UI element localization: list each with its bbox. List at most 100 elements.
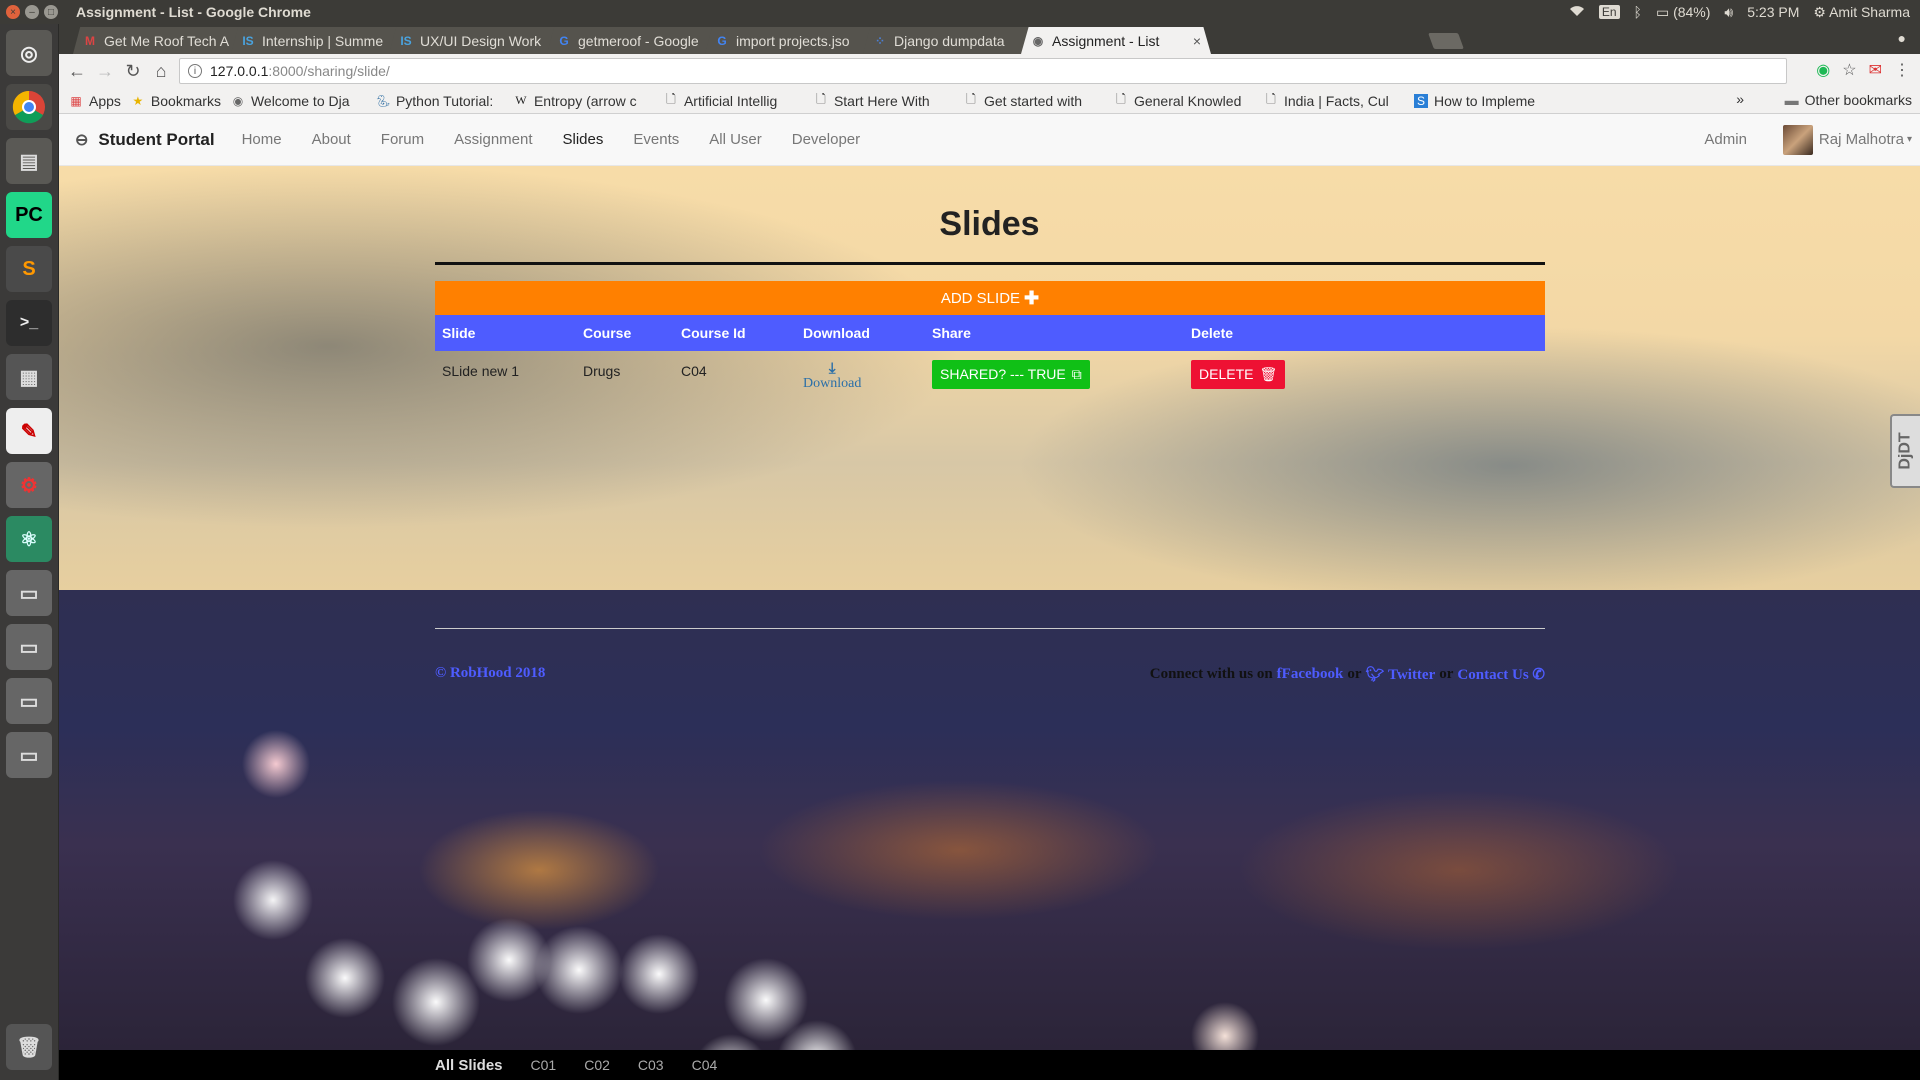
home-icon[interactable]: ⌂: [147, 61, 175, 82]
grammarly-extension-icon[interactable]: ◉: [1816, 60, 1830, 80]
caret-down-icon[interactable]: ▾: [1907, 134, 1912, 145]
tab-close-icon[interactable]: ×: [1193, 33, 1201, 49]
filter-all-slides[interactable]: All Slides: [421, 1057, 517, 1074]
dash-home-icon[interactable]: ◎: [6, 30, 52, 76]
filter-c03[interactable]: C03: [624, 1057, 678, 1073]
share-toggle-button[interactable]: SHARED? --- TRUE ⧉: [932, 359, 1090, 389]
nav-link-forum[interactable]: Forum: [366, 131, 439, 148]
column-header-course-id: Course Id: [681, 325, 746, 341]
bookmark-item[interactable]: ◉ Welcome to Dja: [231, 93, 366, 109]
twitter-link[interactable]: 🐦︎ Twitter: [1366, 665, 1436, 684]
page-icon: 🗋︎: [1266, 92, 1276, 107]
text-editor-launcher-icon[interactable]: ✎: [6, 408, 52, 454]
chrome-menu-icon[interactable]: ⋮: [1894, 60, 1910, 80]
terminal-launcher-icon[interactable]: >_: [6, 300, 52, 346]
cell-course-id: C04: [681, 363, 707, 379]
bookmark-item[interactable]: 🗋︎ India | Facts, Cul: [1264, 93, 1404, 109]
site-brand[interactable]: ⊖ Student Portal: [75, 130, 215, 150]
window-minimize-icon[interactable]: –: [25, 5, 39, 19]
browser-tab[interactable]: G getmeroof - Google ×: [547, 27, 727, 54]
column-header-download: Download: [803, 325, 870, 341]
wifi-icon[interactable]: [1569, 4, 1585, 20]
bookmark-item[interactable]: 🗋︎ Get started with: [964, 93, 1104, 109]
delete-button[interactable]: DELETE 🗑︎: [1191, 359, 1286, 389]
nav-link-slides[interactable]: Slides: [548, 131, 619, 148]
python-icon: 🐍︎: [375, 93, 391, 108]
user-menu[interactable]: ⚙ Amit Sharma: [1813, 4, 1910, 21]
other-bookmarks-folder[interactable]: ▬ Other bookmarks: [1785, 92, 1912, 108]
download-link[interactable]: ⤓ Download: [803, 361, 861, 392]
window-close-icon[interactable]: ×: [6, 5, 20, 19]
bookmark-label: How to Impleme: [1433, 92, 1536, 109]
gmail-checker-icon[interactable]: ✉: [1869, 60, 1882, 80]
cell-download: ⤓ Download: [803, 357, 861, 397]
bookmark-star-icon[interactable]: ☆: [1842, 60, 1856, 80]
window-maximize-icon[interactable]: □: [44, 5, 58, 19]
nav-link-developer[interactable]: Developer: [777, 131, 875, 148]
browser-tab[interactable]: ⁘ Django dumpdata ×: [863, 27, 1043, 54]
filter-c04[interactable]: C04: [678, 1057, 732, 1073]
pycharm-launcher-icon[interactable]: PC: [6, 192, 52, 238]
back-arrow-icon[interactable]: ←: [63, 61, 91, 82]
keyboard-layout-indicator[interactable]: En: [1598, 5, 1620, 19]
bookmark-item[interactable]: 🗋︎ General Knowled: [1114, 93, 1254, 109]
profile-name[interactable]: Raj Malhotra: [1819, 131, 1904, 148]
nav-link-events[interactable]: Events: [618, 131, 694, 148]
facebook-link[interactable]: fFacebook: [1277, 666, 1344, 683]
bookmark-item[interactable]: W Entropy (arrow c: [514, 93, 654, 109]
system-settings-launcher-icon[interactable]: ⚙: [6, 462, 52, 508]
avatar[interactable]: [1782, 124, 1813, 155]
bookmark-item[interactable]: ▦ Apps: [69, 93, 121, 109]
new-tab-button[interactable]: [1428, 33, 1464, 49]
volume-icon[interactable]: 🔊︎: [1724, 4, 1733, 21]
filter-c02[interactable]: C02: [570, 1057, 624, 1073]
nav-link-about[interactable]: About: [297, 131, 366, 148]
page-title: Slides: [939, 205, 1040, 243]
bookmark-item[interactable]: 🗋︎ Artificial Intellig: [664, 93, 804, 109]
browser-tab-active[interactable]: ◉ Assignment - List ×: [1021, 27, 1211, 54]
bookmark-item[interactable]: S How to Impleme: [1413, 92, 1554, 109]
filter-c01[interactable]: C01: [517, 1057, 571, 1073]
cell-delete: DELETE 🗑︎: [1191, 354, 1286, 394]
bookmark-item[interactable]: ★ Bookmarks: [131, 93, 221, 109]
globe-icon: ◉: [232, 93, 244, 108]
drive-launcher-icon-2[interactable]: ▭: [6, 624, 52, 670]
forward-arrow-icon[interactable]: →: [91, 61, 119, 82]
drive-launcher-icon-4[interactable]: ▭: [6, 732, 52, 778]
chrome-launcher-icon[interactable]: [6, 84, 52, 130]
url-path: :8000/sharing/slide/: [268, 63, 390, 79]
atom-launcher-icon[interactable]: ⚛: [6, 516, 52, 562]
nav-link-admin[interactable]: Admin: [1704, 131, 1747, 148]
contact-link[interactable]: Contact Us ✆: [1457, 665, 1545, 684]
browser-tab[interactable]: G import projects.jso ×: [705, 27, 885, 54]
brand-logo-icon: ⊖: [75, 131, 89, 149]
browser-tab[interactable]: IS Internship | Summe ×: [231, 27, 411, 54]
nav-link-home[interactable]: Home: [227, 131, 297, 148]
add-slide-button[interactable]: ADD SLIDE ✚: [435, 281, 1545, 315]
address-bar[interactable]: i 127.0.0.1:8000/sharing/slide/: [179, 58, 1787, 84]
gmail-icon: M: [85, 33, 95, 48]
sublime-text-launcher-icon[interactable]: S: [6, 246, 52, 292]
drive-launcher-icon-1[interactable]: ▭: [6, 570, 52, 616]
trash-launcher-icon[interactable]: 🗑︎: [6, 1024, 52, 1070]
bookmark-item[interactable]: 🐍︎ Python Tutorial:: [376, 93, 504, 109]
tab-label: Internship | Summe: [262, 32, 384, 49]
browser-tab[interactable]: M Get Me Roof Tech A ×: [73, 27, 253, 54]
files-launcher-icon[interactable]: ▤: [6, 138, 52, 184]
chrome-profile-icon[interactable]: ●: [1898, 30, 1906, 46]
nav-link-assignment[interactable]: Assignment: [439, 131, 547, 148]
nav-link-all-user[interactable]: All User: [694, 131, 777, 148]
bluetooth-icon[interactable]: ᛒ: [1634, 4, 1642, 20]
bookmark-item[interactable]: 🗋︎ Start Here With: [814, 93, 954, 109]
site-info-icon[interactable]: i: [188, 64, 202, 78]
cell-slide: SLide new 1: [442, 363, 520, 379]
battery-indicator[interactable]: ▭ (84%): [1656, 4, 1710, 21]
reload-icon[interactable]: ↻: [119, 61, 147, 82]
workspace-switcher-icon[interactable]: ▦: [6, 354, 52, 400]
bookmark-label: Start Here With: [833, 92, 930, 109]
clock[interactable]: 5:23 PM: [1747, 4, 1799, 20]
drive-launcher-icon-3[interactable]: ▭: [6, 678, 52, 724]
bookmarks-overflow-button[interactable]: »: [1736, 91, 1744, 107]
browser-tab[interactable]: IS UX/UI Design Work ×: [389, 27, 569, 54]
django-debug-toolbar-handle[interactable]: DjDT: [1890, 414, 1920, 488]
